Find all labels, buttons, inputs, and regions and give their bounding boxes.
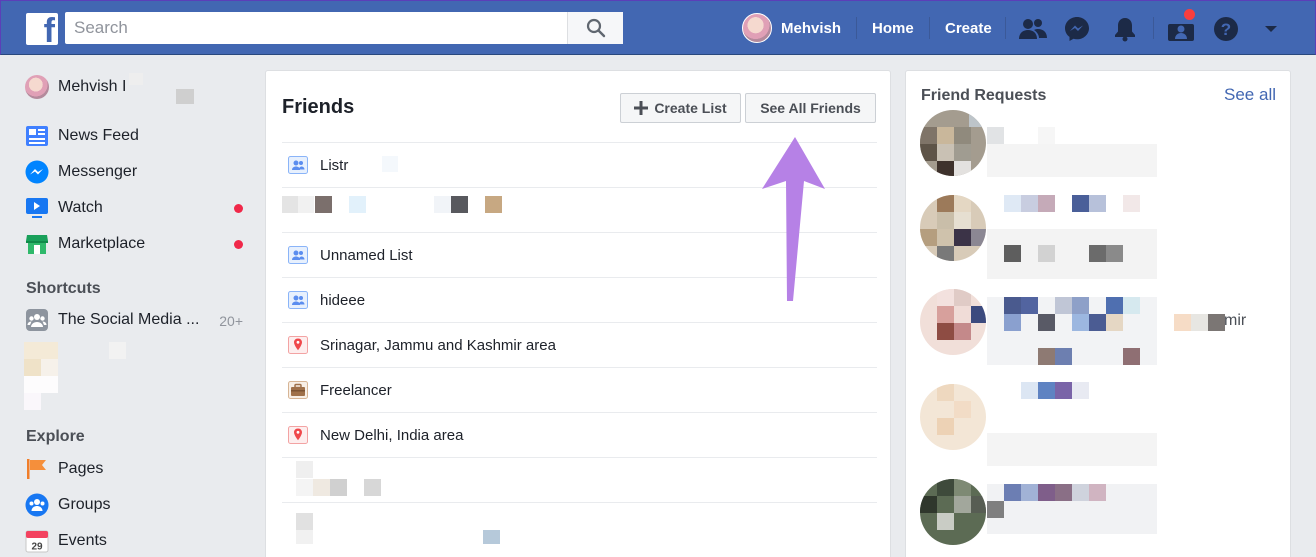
sidebar-item-label: Watch [58,199,103,216]
friend-requests-title: Friend Requests [921,87,1047,104]
avatar[interactable] [920,289,986,355]
annotation-arrow-icon [762,137,825,301]
avatar [742,13,772,43]
svg-text:29: 29 [31,542,43,553]
group-icon [26,309,48,331]
avatar[interactable] [920,479,986,545]
pages-flag-icon [27,459,46,479]
svg-text:?: ? [1221,20,1231,39]
friend-list-item[interactable]: Freelancer [282,367,877,412]
avatar[interactable] [920,195,986,261]
messenger-icon [25,160,49,184]
sidebar-item-watch[interactable]: Watch [24,194,249,222]
friend-list-icon [288,156,308,174]
friend-list-item-blurred[interactable] [282,457,877,502]
avatar[interactable] [920,384,986,450]
friend-list-icon [288,246,308,264]
marketplace-icon [26,235,48,254]
chevron-down-icon[interactable] [1257,15,1285,43]
search-button[interactable] [567,12,623,44]
help-icon[interactable]: ? [1212,15,1240,43]
friend-requests-panel: Friend Requests See all mir [905,70,1291,557]
friend-list-item-blurred[interactable] [282,502,877,547]
see-all-friends-button[interactable]: See All Friends [745,93,876,123]
notifications-bell-icon[interactable] [1111,15,1139,43]
friend-list-label: Unnamed List [320,246,413,264]
friend-requests-icon[interactable] [1019,15,1047,43]
groups-icon [25,493,49,517]
create-list-button[interactable]: Create List [620,93,741,123]
sidebar-item-news-feed[interactable]: News Feed [24,122,249,150]
nav-divider [1005,17,1006,39]
nav-divider [856,17,857,39]
notification-badge [1183,8,1196,21]
watch-icon [26,198,48,218]
sidebar-item-groups[interactable]: Groups [24,491,249,519]
nav-create-link[interactable]: Create [945,20,992,37]
shortcut-label: The Social Media ... [58,311,200,328]
friend-list-label: Listr [320,156,349,174]
sidebar-item-label: Pages [58,460,104,477]
avatar[interactable] [920,110,986,176]
events-calendar-icon: 29 [25,530,49,553]
sidebar-item-messenger[interactable]: Messenger [24,158,249,186]
shortcuts-heading: Shortcuts [26,280,101,297]
friend-list-label: Freelancer [320,381,392,399]
nav-home-link[interactable]: Home [872,20,914,37]
friend-list-item[interactable]: New Delhi, India area [282,412,877,457]
sidebar-profile-name: Mehvish I [58,78,127,95]
nav-profile-link[interactable]: Mehvish [742,13,841,43]
sidebar-item-label: Messenger [58,163,138,180]
friend-list-label: Srinagar, Jammu and Kashmir area [320,336,556,354]
facebook-logo[interactable]: f [26,13,58,48]
shortcut-count: 20+ [219,313,243,329]
friends-title: Friends [282,96,355,118]
friend-list-icon [288,291,308,309]
friend-list-label: New Delhi, India area [320,426,464,444]
nav-profile-name: Mehvish [781,19,842,37]
sidebar-item-events[interactable]: 29 Events [24,527,249,555]
nav-divider [1153,17,1154,39]
sidebar-item-label: News Feed [58,127,139,144]
top-navigation-bar: f Mehvish Home Create ? [0,0,1316,55]
sidebar-item-label: Groups [58,496,111,513]
sidebar-item-pages[interactable]: Pages [24,455,249,483]
avatar [25,75,49,99]
friend-list-item[interactable]: Srinagar, Jammu and Kashmir area [282,322,877,367]
sidebar-profile-link[interactable]: Mehvish I [24,73,249,104]
location-pin-icon [288,426,308,444]
nav-divider [929,17,930,39]
search-input[interactable] [65,12,565,44]
blurred-shortcut [24,342,126,410]
sidebar-item-label: Events [58,532,107,549]
see-all-requests-link[interactable]: See all [1224,85,1276,105]
see-all-friends-label: See All Friends [760,100,861,116]
shortcut-item-group[interactable]: The Social Media ... 20+ [24,306,249,334]
new-activity-dot [234,240,243,249]
news-feed-icon [26,126,48,146]
new-activity-dot [234,204,243,213]
explore-heading: Explore [26,428,85,445]
search-icon [586,18,605,38]
location-pin-icon [288,336,308,354]
sidebar-item-label: Marketplace [58,235,146,252]
friend-list-label: hideee [320,291,366,309]
sidebar-item-marketplace[interactable]: Marketplace [24,230,249,258]
plus-icon [634,101,649,115]
create-list-label: Create List [654,100,727,116]
request-name-fragment: mir [1224,312,1247,329]
search-box [65,12,623,44]
messenger-icon[interactable] [1063,15,1091,43]
briefcase-icon [288,381,308,399]
